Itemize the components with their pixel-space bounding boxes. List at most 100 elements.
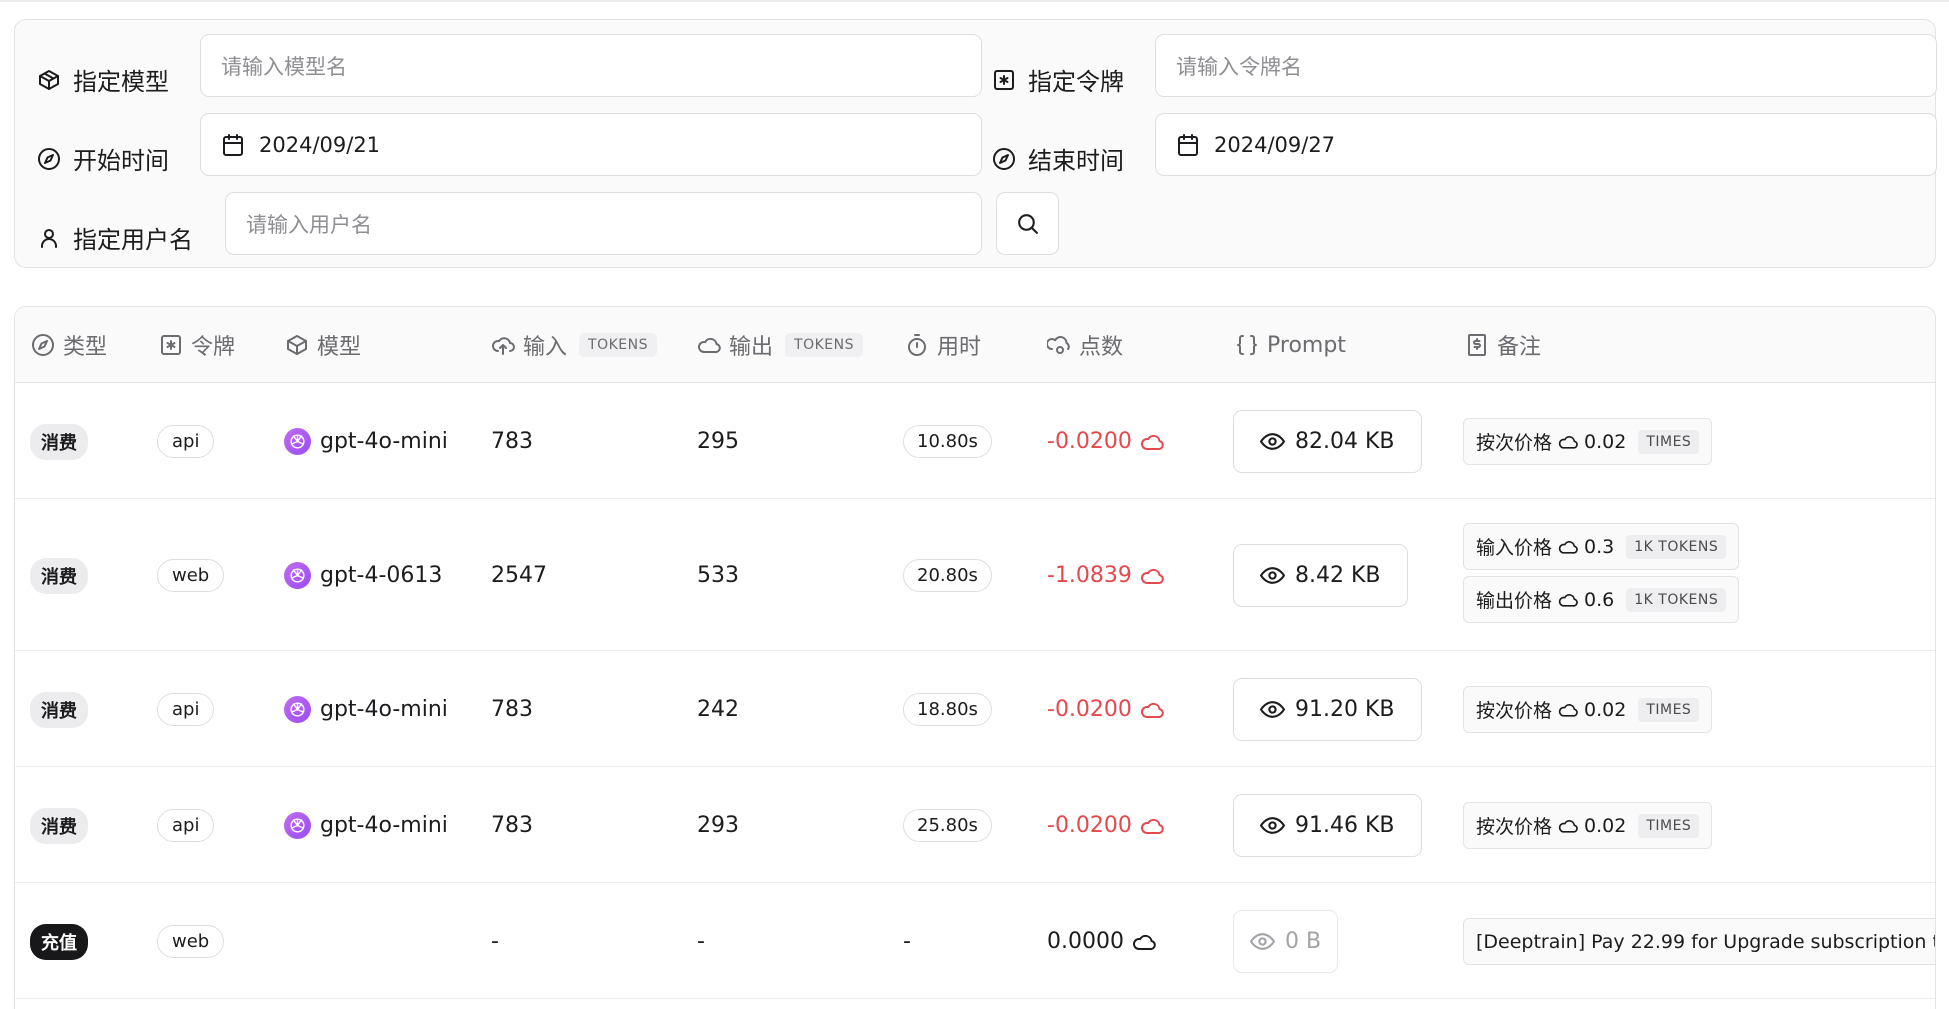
- points-value: -1.0839: [1047, 563, 1132, 588]
- header-model-label: 模型: [317, 335, 362, 360]
- table-row[interactable]: 充值 web - - - 0.0000 0 B [Deeptrain] Pay …: [15, 884, 1935, 999]
- header-output[interactable]: 输出 TOKENS: [697, 307, 863, 383]
- header-note[interactable]: 备注: [1465, 307, 1541, 383]
- time-cell: 10.80s: [903, 384, 992, 499]
- header-output-unit: TOKENS: [785, 333, 863, 357]
- note-label: 输出价格: [1476, 590, 1553, 612]
- output-tokens: 533: [697, 563, 739, 588]
- points-cell: 0.0000: [1047, 884, 1156, 999]
- token-badge: web: [157, 559, 225, 592]
- output-tokens: 293: [697, 813, 739, 838]
- points-cell: -1.0839: [1047, 500, 1164, 651]
- eye-icon: [1260, 433, 1285, 450]
- end-date-picker[interactable]: 2024/09/27: [1155, 113, 1937, 176]
- header-type[interactable]: 类型: [31, 307, 107, 383]
- input-tokens: 2547: [491, 563, 547, 588]
- start-time-text: 开始时间: [73, 147, 169, 175]
- note-text: [Deeptrain] Pay 22.99 for Upgrade subscr…: [1476, 930, 1936, 953]
- model-filter-text: 指定模型: [73, 68, 169, 96]
- eye-icon: [1260, 817, 1285, 834]
- user-input[interactable]: 请输入用户名: [225, 192, 982, 255]
- cloud-cog-icon: [1047, 336, 1070, 354]
- header-input-unit: TOKENS: [579, 333, 657, 357]
- header-token[interactable]: 令牌: [159, 307, 235, 383]
- search-icon: [1018, 214, 1038, 234]
- header-note-label: 备注: [1497, 335, 1542, 360]
- note-tag: 按次价格 0.02 TIMES: [1463, 686, 1713, 733]
- time-cell: 18.80s: [903, 652, 992, 767]
- token-filter-text: 指定令牌: [1028, 68, 1124, 96]
- compass-icon: [993, 147, 1015, 170]
- cloud-icon: [1558, 540, 1578, 554]
- token-cell: api: [157, 384, 215, 499]
- type-badge: 充值: [30, 923, 88, 960]
- duration-badge: 25.80s: [903, 809, 992, 842]
- model-name: gpt-4o-mini: [320, 813, 448, 838]
- note-tag: 输入价格 0.3 1K TOKENS: [1463, 523, 1740, 570]
- time-cell: 25.80s: [903, 768, 992, 883]
- prompt-view-button[interactable]: 91.20 KB: [1233, 678, 1422, 741]
- top-divider: [0, 0, 1949, 2]
- openai-logo-icon: [284, 696, 311, 723]
- model-input[interactable]: 请输入模型名: [200, 34, 982, 97]
- note-label: 按次价格: [1476, 700, 1553, 722]
- model-cell: gpt-4-0613: [284, 500, 442, 651]
- type-badge: 消费: [30, 691, 88, 728]
- prompt-view-button[interactable]: 82.04 KB: [1233, 410, 1422, 473]
- note-tag: 按次价格 0.02 TIMES: [1463, 802, 1713, 849]
- table-row[interactable]: 消费 api gpt-4o-mini 783 293 25.80s -0.020…: [15, 768, 1935, 883]
- start-date-picker[interactable]: 2024/09/21: [200, 113, 982, 176]
- note-value: 0.3: [1584, 535, 1615, 558]
- header-time[interactable]: 用时: [905, 307, 981, 383]
- model-input-placeholder: 请输入模型名: [221, 54, 347, 79]
- cloud-icon: [1133, 934, 1156, 950]
- cloud-icon: [1140, 434, 1164, 450]
- token-filter-label: 指定令牌: [992, 48, 1124, 111]
- header-input-label: 输入: [523, 335, 568, 360]
- token-badge: api: [157, 425, 215, 458]
- token-input[interactable]: 请输入令牌名: [1155, 34, 1937, 97]
- note-unit: 1K TOKENS: [1626, 534, 1727, 559]
- prompt-view-button[interactable]: 0 B: [1233, 910, 1339, 973]
- points-value: -0.0200: [1047, 813, 1132, 838]
- token-cell: api: [157, 768, 215, 883]
- header-input[interactable]: 输入 TOKENS: [491, 307, 657, 383]
- table-row[interactable]: 消费 web gpt-4-0613 2547 533 20.80s -1.083…: [15, 500, 1935, 651]
- start-time-label: 开始时间: [37, 127, 169, 190]
- model-filter-label: 指定模型: [37, 48, 169, 111]
- header-time-label: 用时: [937, 335, 982, 360]
- points-cell: -0.0200: [1047, 652, 1164, 767]
- prompt-size: 91.46 KB: [1295, 813, 1395, 838]
- header-points[interactable]: 点数: [1047, 307, 1123, 383]
- prompt-size: 82.04 KB: [1295, 429, 1395, 454]
- end-date-value: 2024/09/27: [1214, 132, 1336, 157]
- prompt-view-button[interactable]: 91.46 KB: [1233, 794, 1422, 857]
- prompt-view-button[interactable]: 8.42 KB: [1233, 544, 1408, 607]
- model-name: gpt-4o-mini: [320, 697, 448, 722]
- search-button[interactable]: [996, 192, 1059, 255]
- header-token-label: 令牌: [191, 335, 236, 360]
- header-prompt-label: Prompt: [1267, 332, 1346, 358]
- type-cell: 充值: [30, 884, 88, 999]
- calendar-icon: [1178, 133, 1198, 156]
- model-cell: gpt-4o-mini: [284, 384, 448, 499]
- table-row[interactable]: 消费 api gpt-4o-mini 783 242 18.80s -0.020…: [15, 652, 1935, 767]
- note-value: 0.02: [1584, 698, 1627, 721]
- compass-icon: [38, 147, 60, 170]
- header-prompt[interactable]: Prompt: [1235, 307, 1346, 383]
- header-model[interactable]: 模型: [285, 307, 361, 383]
- user-input-placeholder: 请输入用户名: [246, 212, 372, 237]
- cloud-icon: [1140, 818, 1164, 834]
- table-row[interactable]: 消费 api gpt-4o-mini 783 295 10.80s -0.020…: [15, 384, 1935, 499]
- token-badge: web: [157, 925, 225, 958]
- prompt-size: 91.20 KB: [1295, 697, 1395, 722]
- cloud-icon: [1140, 568, 1164, 584]
- model-name: gpt-4-0613: [320, 563, 443, 588]
- cloud-icon: [1558, 703, 1578, 717]
- note-tag: 按次价格 0.02 TIMES: [1463, 418, 1713, 465]
- openai-logo-icon: [284, 562, 311, 589]
- token-cell: web: [157, 500, 225, 651]
- user-icon: [41, 228, 57, 248]
- table-header: 类型 令牌 模型 输入 TOKENS 输出 TOKENS 用时 点数 Promp…: [15, 307, 1935, 383]
- duration-badge: 20.80s: [903, 559, 992, 592]
